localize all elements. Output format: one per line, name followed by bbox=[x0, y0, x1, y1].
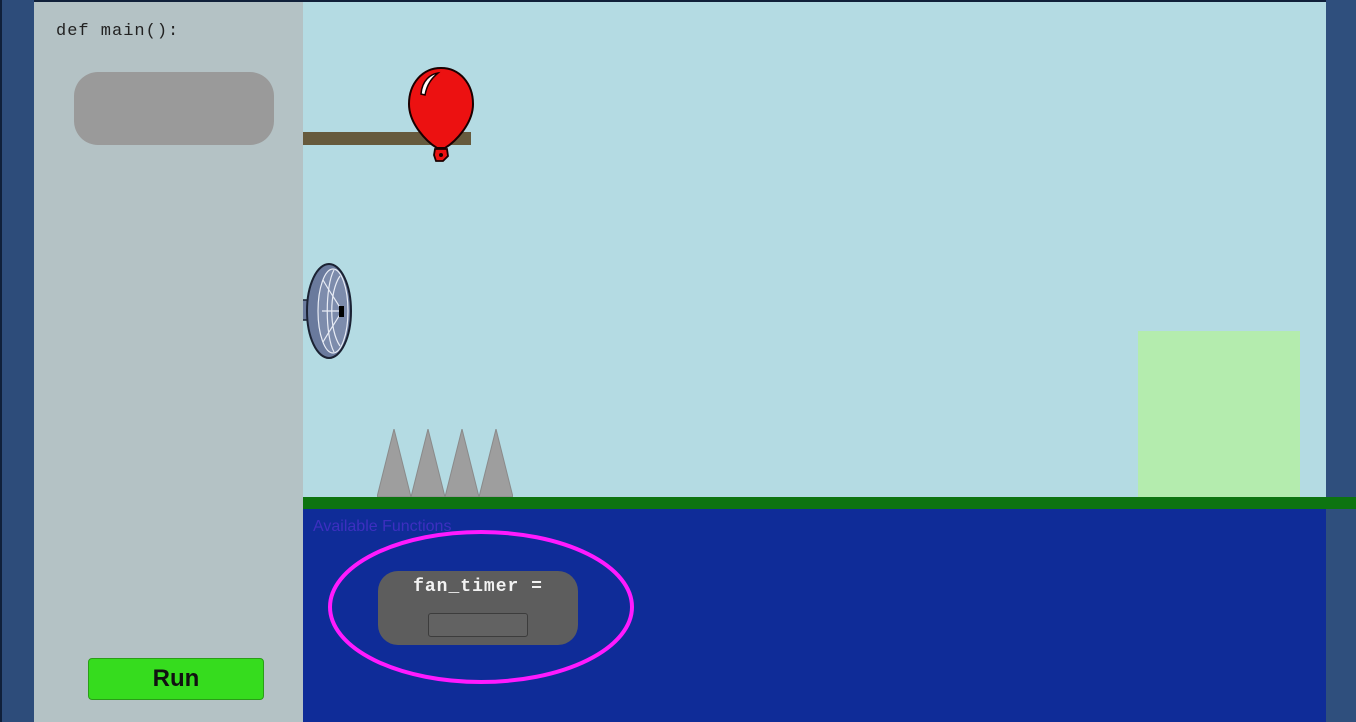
game-area bbox=[303, 2, 1326, 497]
right-frame bbox=[1326, 0, 1356, 722]
code-header: def main(): bbox=[56, 22, 180, 41]
fan-timer-block[interactable]: fan_timer = bbox=[378, 571, 578, 645]
code-drop-slot[interactable] bbox=[74, 72, 274, 145]
fan-timer-label: fan_timer = bbox=[413, 577, 543, 597]
left-frame bbox=[0, 0, 34, 722]
fan-icon[interactable] bbox=[303, 262, 357, 362]
fan-timer-input[interactable] bbox=[428, 613, 528, 637]
available-functions-label: Available Functions bbox=[313, 518, 452, 535]
available-functions-panel: Available Functions fan_timer = bbox=[303, 509, 1326, 722]
spikes-icon bbox=[377, 429, 513, 497]
red-balloon-icon bbox=[407, 66, 475, 162]
ground-strip bbox=[303, 497, 1356, 509]
run-button[interactable]: Run bbox=[88, 658, 264, 700]
code-panel: def main(): Run bbox=[34, 2, 303, 722]
goal-zone bbox=[1138, 331, 1300, 497]
